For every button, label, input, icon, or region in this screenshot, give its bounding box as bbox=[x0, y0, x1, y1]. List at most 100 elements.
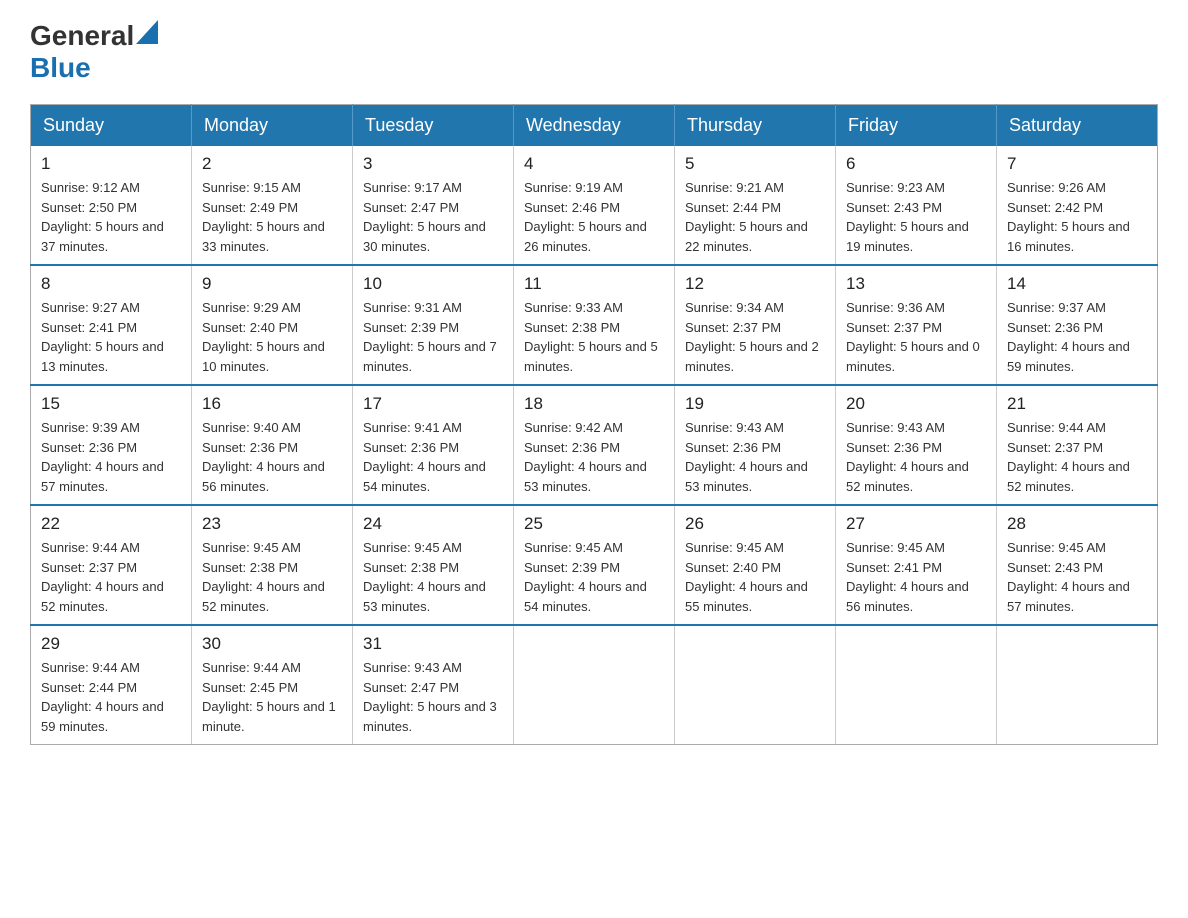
day-number: 18 bbox=[524, 394, 664, 414]
day-cell: 25 Sunrise: 9:45 AMSunset: 2:39 PMDaylig… bbox=[514, 505, 675, 625]
day-number: 21 bbox=[1007, 394, 1147, 414]
day-cell: 22 Sunrise: 9:44 AMSunset: 2:37 PMDaylig… bbox=[31, 505, 192, 625]
day-number: 27 bbox=[846, 514, 986, 534]
header-thursday: Thursday bbox=[675, 105, 836, 147]
header-friday: Friday bbox=[836, 105, 997, 147]
day-info: Sunrise: 9:21 AMSunset: 2:44 PMDaylight:… bbox=[685, 178, 825, 256]
day-cell: 20 Sunrise: 9:43 AMSunset: 2:36 PMDaylig… bbox=[836, 385, 997, 505]
day-info: Sunrise: 9:42 AMSunset: 2:36 PMDaylight:… bbox=[524, 418, 664, 496]
day-number: 13 bbox=[846, 274, 986, 294]
day-cell: 18 Sunrise: 9:42 AMSunset: 2:36 PMDaylig… bbox=[514, 385, 675, 505]
day-number: 20 bbox=[846, 394, 986, 414]
day-number: 6 bbox=[846, 154, 986, 174]
day-number: 8 bbox=[41, 274, 181, 294]
logo-arrow-icon bbox=[136, 20, 158, 44]
day-cell: 31 Sunrise: 9:43 AMSunset: 2:47 PMDaylig… bbox=[353, 625, 514, 745]
day-info: Sunrise: 9:45 AMSunset: 2:43 PMDaylight:… bbox=[1007, 538, 1147, 616]
day-number: 23 bbox=[202, 514, 342, 534]
day-cell: 28 Sunrise: 9:45 AMSunset: 2:43 PMDaylig… bbox=[997, 505, 1158, 625]
day-cell: 8 Sunrise: 9:27 AMSunset: 2:41 PMDayligh… bbox=[31, 265, 192, 385]
day-cell: 26 Sunrise: 9:45 AMSunset: 2:40 PMDaylig… bbox=[675, 505, 836, 625]
week-row-1: 1 Sunrise: 9:12 AMSunset: 2:50 PMDayligh… bbox=[31, 146, 1158, 265]
day-number: 7 bbox=[1007, 154, 1147, 174]
day-number: 15 bbox=[41, 394, 181, 414]
day-info: Sunrise: 9:45 AMSunset: 2:39 PMDaylight:… bbox=[524, 538, 664, 616]
day-info: Sunrise: 9:31 AMSunset: 2:39 PMDaylight:… bbox=[363, 298, 503, 376]
day-info: Sunrise: 9:44 AMSunset: 2:45 PMDaylight:… bbox=[202, 658, 342, 736]
header-monday: Monday bbox=[192, 105, 353, 147]
day-cell: 10 Sunrise: 9:31 AMSunset: 2:39 PMDaylig… bbox=[353, 265, 514, 385]
day-info: Sunrise: 9:43 AMSunset: 2:47 PMDaylight:… bbox=[363, 658, 503, 736]
day-cell: 13 Sunrise: 9:36 AMSunset: 2:37 PMDaylig… bbox=[836, 265, 997, 385]
header-sunday: Sunday bbox=[31, 105, 192, 147]
day-cell: 19 Sunrise: 9:43 AMSunset: 2:36 PMDaylig… bbox=[675, 385, 836, 505]
day-cell: 17 Sunrise: 9:41 AMSunset: 2:36 PMDaylig… bbox=[353, 385, 514, 505]
header-tuesday: Tuesday bbox=[353, 105, 514, 147]
day-info: Sunrise: 9:45 AMSunset: 2:41 PMDaylight:… bbox=[846, 538, 986, 616]
day-info: Sunrise: 9:29 AMSunset: 2:40 PMDaylight:… bbox=[202, 298, 342, 376]
day-cell: 9 Sunrise: 9:29 AMSunset: 2:40 PMDayligh… bbox=[192, 265, 353, 385]
day-info: Sunrise: 9:37 AMSunset: 2:36 PMDaylight:… bbox=[1007, 298, 1147, 376]
day-cell: 7 Sunrise: 9:26 AMSunset: 2:42 PMDayligh… bbox=[997, 146, 1158, 265]
day-info: Sunrise: 9:45 AMSunset: 2:40 PMDaylight:… bbox=[685, 538, 825, 616]
calendar-table: SundayMondayTuesdayWednesdayThursdayFrid… bbox=[30, 104, 1158, 745]
day-cell: 30 Sunrise: 9:44 AMSunset: 2:45 PMDaylig… bbox=[192, 625, 353, 745]
day-number: 25 bbox=[524, 514, 664, 534]
day-info: Sunrise: 9:12 AMSunset: 2:50 PMDaylight:… bbox=[41, 178, 181, 256]
calendar-header-row: SundayMondayTuesdayWednesdayThursdayFrid… bbox=[31, 105, 1158, 147]
day-cell: 27 Sunrise: 9:45 AMSunset: 2:41 PMDaylig… bbox=[836, 505, 997, 625]
day-number: 10 bbox=[363, 274, 503, 294]
day-number: 16 bbox=[202, 394, 342, 414]
day-cell: 23 Sunrise: 9:45 AMSunset: 2:38 PMDaylig… bbox=[192, 505, 353, 625]
week-row-2: 8 Sunrise: 9:27 AMSunset: 2:41 PMDayligh… bbox=[31, 265, 1158, 385]
day-info: Sunrise: 9:43 AMSunset: 2:36 PMDaylight:… bbox=[846, 418, 986, 496]
day-cell: 2 Sunrise: 9:15 AMSunset: 2:49 PMDayligh… bbox=[192, 146, 353, 265]
day-info: Sunrise: 9:45 AMSunset: 2:38 PMDaylight:… bbox=[363, 538, 503, 616]
day-number: 14 bbox=[1007, 274, 1147, 294]
day-number: 26 bbox=[685, 514, 825, 534]
day-number: 1 bbox=[41, 154, 181, 174]
day-cell: 11 Sunrise: 9:33 AMSunset: 2:38 PMDaylig… bbox=[514, 265, 675, 385]
day-cell: 6 Sunrise: 9:23 AMSunset: 2:43 PMDayligh… bbox=[836, 146, 997, 265]
day-number: 22 bbox=[41, 514, 181, 534]
day-number: 9 bbox=[202, 274, 342, 294]
day-info: Sunrise: 9:40 AMSunset: 2:36 PMDaylight:… bbox=[202, 418, 342, 496]
day-info: Sunrise: 9:39 AMSunset: 2:36 PMDaylight:… bbox=[41, 418, 181, 496]
day-info: Sunrise: 9:27 AMSunset: 2:41 PMDaylight:… bbox=[41, 298, 181, 376]
week-row-3: 15 Sunrise: 9:39 AMSunset: 2:36 PMDaylig… bbox=[31, 385, 1158, 505]
day-info: Sunrise: 9:44 AMSunset: 2:37 PMDaylight:… bbox=[41, 538, 181, 616]
header-wednesday: Wednesday bbox=[514, 105, 675, 147]
day-info: Sunrise: 9:33 AMSunset: 2:38 PMDaylight:… bbox=[524, 298, 664, 376]
day-cell: 14 Sunrise: 9:37 AMSunset: 2:36 PMDaylig… bbox=[997, 265, 1158, 385]
day-info: Sunrise: 9:36 AMSunset: 2:37 PMDaylight:… bbox=[846, 298, 986, 376]
day-number: 11 bbox=[524, 274, 664, 294]
day-cell: 1 Sunrise: 9:12 AMSunset: 2:50 PMDayligh… bbox=[31, 146, 192, 265]
day-cell: 15 Sunrise: 9:39 AMSunset: 2:36 PMDaylig… bbox=[31, 385, 192, 505]
day-info: Sunrise: 9:44 AMSunset: 2:44 PMDaylight:… bbox=[41, 658, 181, 736]
day-cell bbox=[514, 625, 675, 745]
day-number: 5 bbox=[685, 154, 825, 174]
day-number: 31 bbox=[363, 634, 503, 654]
day-number: 4 bbox=[524, 154, 664, 174]
day-number: 24 bbox=[363, 514, 503, 534]
day-info: Sunrise: 9:15 AMSunset: 2:49 PMDaylight:… bbox=[202, 178, 342, 256]
day-number: 2 bbox=[202, 154, 342, 174]
day-cell bbox=[675, 625, 836, 745]
page-header: General Blue bbox=[30, 20, 1158, 84]
day-number: 29 bbox=[41, 634, 181, 654]
day-info: Sunrise: 9:19 AMSunset: 2:46 PMDaylight:… bbox=[524, 178, 664, 256]
day-info: Sunrise: 9:17 AMSunset: 2:47 PMDaylight:… bbox=[363, 178, 503, 256]
logo-general-text: General bbox=[30, 20, 134, 52]
day-cell bbox=[836, 625, 997, 745]
day-info: Sunrise: 9:41 AMSunset: 2:36 PMDaylight:… bbox=[363, 418, 503, 496]
day-info: Sunrise: 9:34 AMSunset: 2:37 PMDaylight:… bbox=[685, 298, 825, 376]
header-saturday: Saturday bbox=[997, 105, 1158, 147]
day-cell: 3 Sunrise: 9:17 AMSunset: 2:47 PMDayligh… bbox=[353, 146, 514, 265]
day-cell: 21 Sunrise: 9:44 AMSunset: 2:37 PMDaylig… bbox=[997, 385, 1158, 505]
logo-blue-text: Blue bbox=[30, 52, 91, 83]
week-row-5: 29 Sunrise: 9:44 AMSunset: 2:44 PMDaylig… bbox=[31, 625, 1158, 745]
logo: General Blue bbox=[30, 20, 158, 84]
day-info: Sunrise: 9:45 AMSunset: 2:38 PMDaylight:… bbox=[202, 538, 342, 616]
day-info: Sunrise: 9:44 AMSunset: 2:37 PMDaylight:… bbox=[1007, 418, 1147, 496]
day-info: Sunrise: 9:26 AMSunset: 2:42 PMDaylight:… bbox=[1007, 178, 1147, 256]
